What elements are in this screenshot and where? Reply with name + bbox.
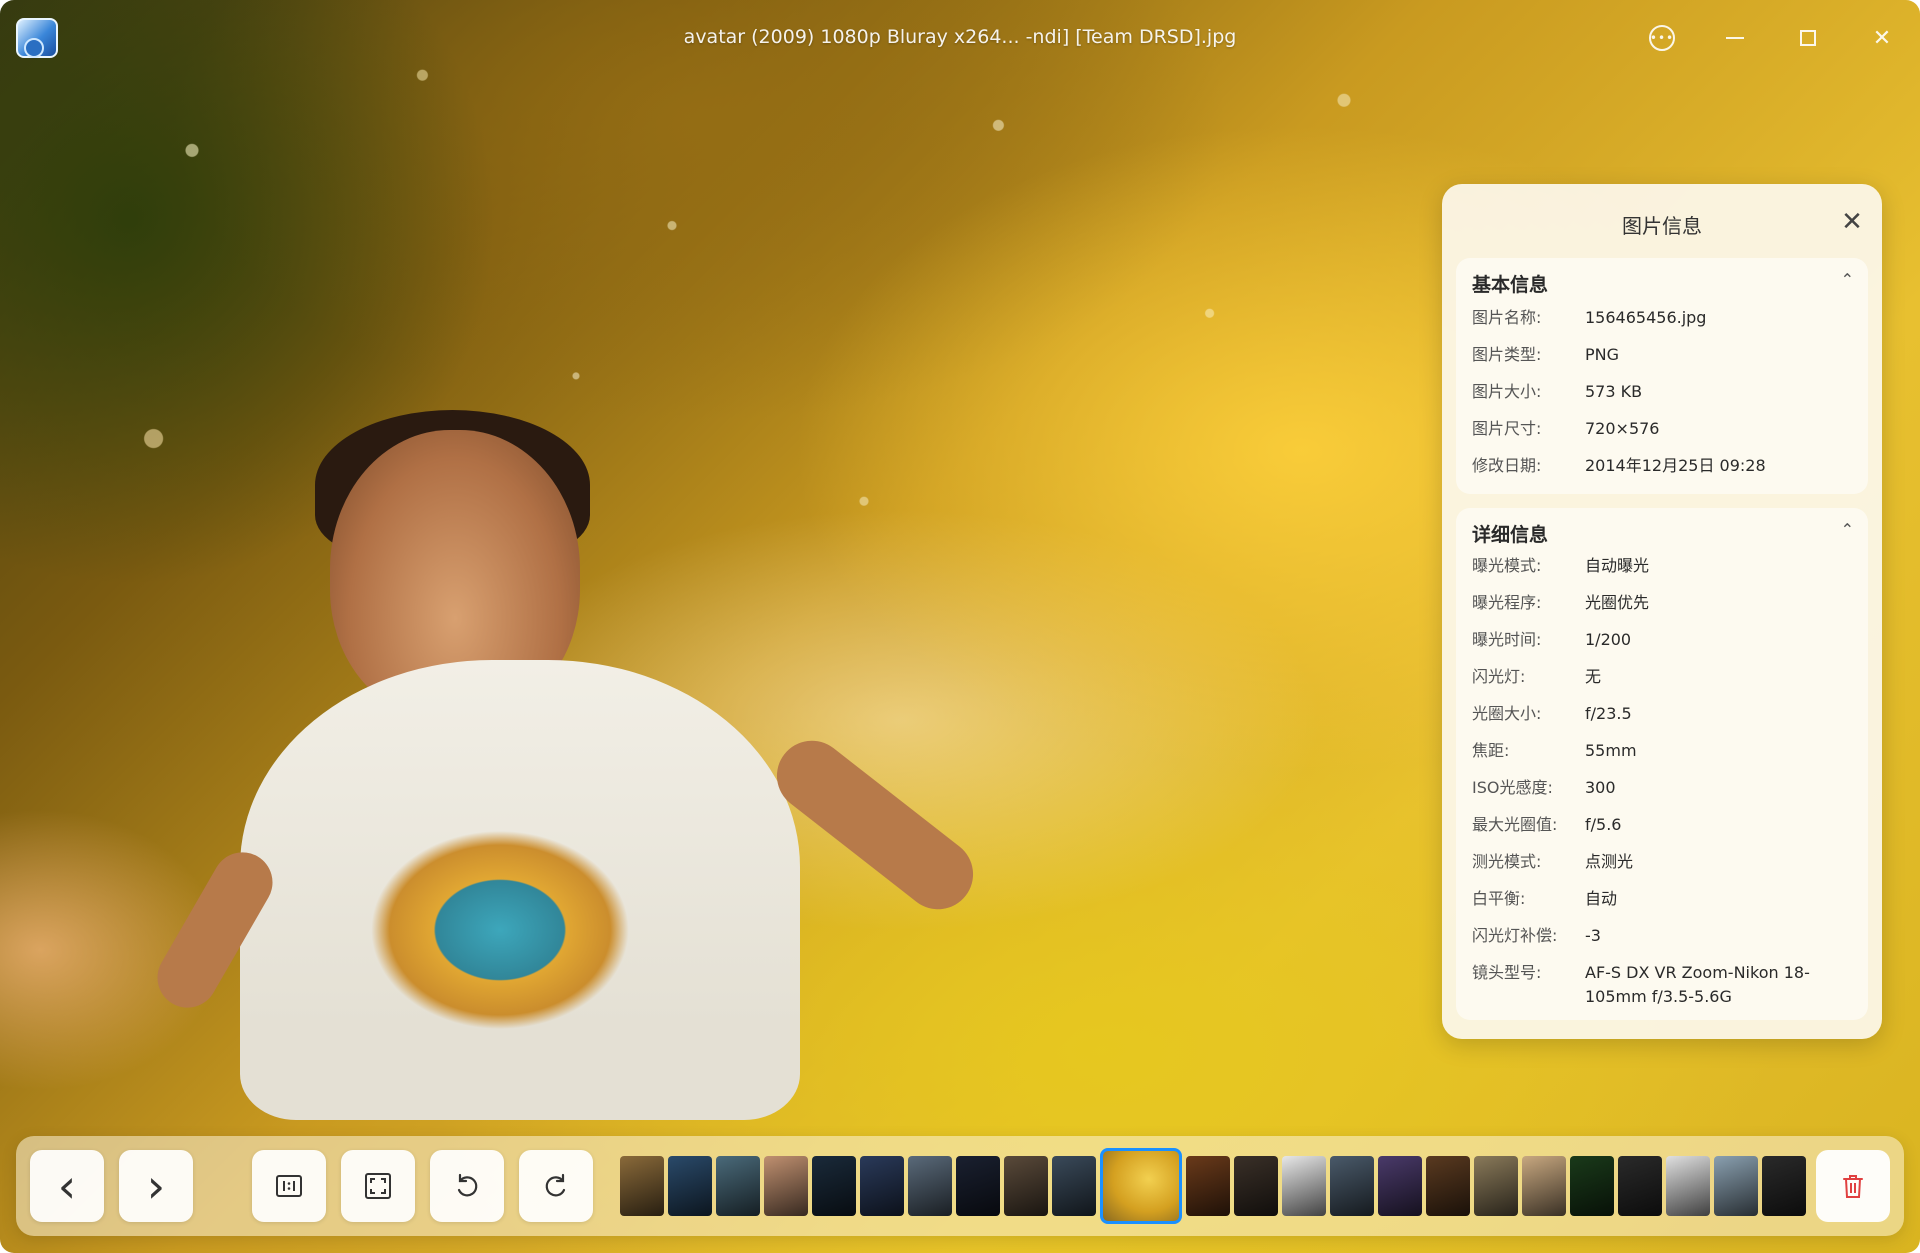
rotate-clockwise-icon <box>545 1173 566 1197</box>
thumbnail[interactable] <box>1618 1156 1662 1216</box>
detail-info-header[interactable]: 详细信息 <box>1472 520 1548 547</box>
info-label: 闪光灯: <box>1472 667 1526 686</box>
info-label: 白平衡: <box>1472 889 1526 908</box>
chevron-up-icon[interactable]: ⌃ <box>1841 520 1854 539</box>
app-logo-icon <box>16 18 58 58</box>
info-value: 300 <box>1585 778 1616 797</box>
actual-size-button[interactable] <box>252 1150 326 1222</box>
thumbnail[interactable] <box>1330 1156 1374 1216</box>
thumbnail[interactable] <box>620 1156 664 1216</box>
thumbnail[interactable] <box>1762 1156 1806 1216</box>
thumbnail[interactable] <box>1522 1156 1566 1216</box>
info-label: ISO光感度: <box>1472 778 1553 797</box>
info-label: 图片大小: <box>1472 382 1542 401</box>
maximize-icon <box>1800 30 1816 46</box>
thumbnail[interactable] <box>1474 1156 1518 1216</box>
info-value: 2014年12月25日 09:28 <box>1585 456 1766 475</box>
info-value: 55mm <box>1585 741 1637 760</box>
image-info-panel: 图片信息 ✕ 基本信息 ⌃ 图片名称: 156465456.jpg 图片类型: … <box>1442 184 1882 1039</box>
delete-image-button[interactable] <box>1816 1150 1890 1222</box>
thumbnail[interactable] <box>1004 1156 1048 1216</box>
info-value: f/23.5 <box>1585 704 1632 723</box>
thumbnail[interactable] <box>1714 1156 1758 1216</box>
info-value: PNG <box>1585 345 1620 364</box>
thumbnail[interactable] <box>812 1156 856 1216</box>
info-value: 720×576 <box>1585 419 1660 438</box>
basic-info-section: 基本信息 ⌃ 图片名称: 156465456.jpg 图片类型: PNG 图片大… <box>1456 258 1868 494</box>
info-label: 图片名称: <box>1472 308 1542 327</box>
info-value: 自动曝光 <box>1585 556 1650 575</box>
info-label: 最大光圈值: <box>1472 815 1558 834</box>
thumbnail[interactable] <box>860 1156 904 1216</box>
info-value: 156465456.jpg <box>1585 308 1707 327</box>
info-label: 修改日期: <box>1472 456 1542 475</box>
minimize-icon <box>1726 37 1744 39</box>
fit-window-icon <box>365 1173 391 1199</box>
info-label: 图片类型: <box>1472 345 1542 364</box>
info-value: 光圈优先 <box>1585 593 1650 612</box>
basic-info-header[interactable]: 基本信息 <box>1472 270 1548 297</box>
info-value: f/5.6 <box>1585 815 1622 834</box>
thumbnail[interactable] <box>668 1156 712 1216</box>
rotate-counterclockwise-icon <box>457 1173 478 1197</box>
thumbnail[interactable] <box>1052 1156 1096 1216</box>
thumbnail[interactable] <box>956 1156 1000 1216</box>
info-panel-close-button[interactable]: ✕ <box>1832 202 1872 242</box>
info-label: 图片尺寸: <box>1472 419 1542 438</box>
thumbnail-active[interactable] <box>1100 1148 1182 1224</box>
more-options-button[interactable]: ••• <box>1642 20 1682 56</box>
info-label: 曝光程序: <box>1472 593 1542 612</box>
thumbnail[interactable] <box>1378 1156 1422 1216</box>
thumbnail[interactable] <box>1234 1156 1278 1216</box>
chevron-right-icon: › <box>146 1159 166 1213</box>
actual-size-icon <box>276 1175 302 1197</box>
chevron-up-icon[interactable]: ⌃ <box>1841 270 1854 289</box>
maximize-button[interactable] <box>1788 20 1828 56</box>
info-label: 闪光灯补偿: <box>1472 926 1558 945</box>
info-label: 曝光时间: <box>1472 630 1542 649</box>
info-label: 光圈大小: <box>1472 704 1542 723</box>
info-value: AF-S DX VR Zoom-Nikon 18-105mm f/3.5-5.6… <box>1585 963 1810 1006</box>
thumbnail[interactable] <box>1570 1156 1614 1216</box>
info-value: 1/200 <box>1585 630 1632 649</box>
thumbnail[interactable] <box>1426 1156 1470 1216</box>
close-window-button[interactable]: ✕ <box>1862 20 1902 56</box>
info-panel-title: 图片信息 <box>1622 214 1702 238</box>
chevron-left-icon: ‹ <box>57 1159 77 1213</box>
thumbnail[interactable] <box>908 1156 952 1216</box>
thumbnail[interactable] <box>764 1156 808 1216</box>
bottom-toolbar: ‹ › <box>16 1136 1904 1236</box>
fit-window-button[interactable] <box>341 1150 415 1222</box>
info-label: 测光模式: <box>1472 852 1542 871</box>
rotate-right-button[interactable] <box>519 1150 593 1222</box>
rotate-left-button[interactable] <box>430 1150 504 1222</box>
close-icon: ✕ <box>1872 25 1892 51</box>
info-value: 点测光 <box>1585 852 1634 871</box>
info-label: 焦距: <box>1472 741 1510 760</box>
thumbnail-strip <box>620 1148 1806 1224</box>
previous-image-button[interactable]: ‹ <box>30 1150 104 1222</box>
photo-shirt-print <box>370 830 630 1030</box>
close-icon: ✕ <box>1841 207 1863 237</box>
image-viewer-window: avatar (2009) 1080p Bluray x264... -ndi]… <box>0 0 1920 1253</box>
info-value: 573 KB <box>1585 382 1643 401</box>
window-title: avatar (2009) 1080p Bluray x264... -ndi]… <box>683 26 1237 48</box>
info-value: 无 <box>1585 667 1602 686</box>
thumbnail[interactable] <box>1282 1156 1326 1216</box>
info-label: 镜头型号: <box>1472 963 1542 982</box>
minimize-button[interactable] <box>1715 20 1755 56</box>
detail-info-section: 详细信息 ⌃ 曝光模式: 自动曝光 曝光程序: 光圈优先 曝光时间: 1/200… <box>1456 508 1868 1020</box>
thumbnail[interactable] <box>716 1156 760 1216</box>
trash-icon <box>1843 1175 1863 1198</box>
next-image-button[interactable]: › <box>119 1150 193 1222</box>
info-label: 曝光模式: <box>1472 556 1542 575</box>
info-value: -3 <box>1585 926 1601 945</box>
thumbnail[interactable] <box>1666 1156 1710 1216</box>
more-options-icon: ••• <box>1649 25 1675 51</box>
info-value: 自动 <box>1585 889 1618 908</box>
thumbnail[interactable] <box>1186 1156 1230 1216</box>
